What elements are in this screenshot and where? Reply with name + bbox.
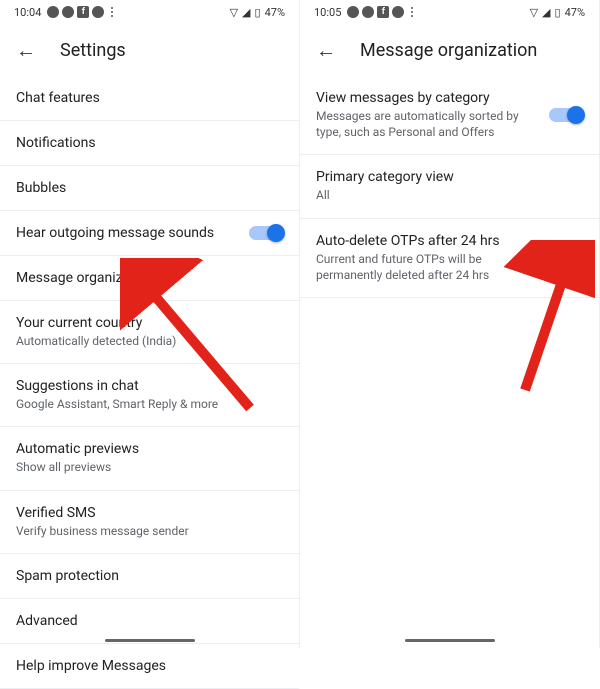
item-label: Bubbles	[16, 180, 283, 196]
item-label: Chat features	[16, 90, 283, 106]
item-auto-delete-otps[interactable]: Auto-delete OTPs after 24 hrs Current an…	[300, 219, 599, 298]
signal-icon: ◢	[242, 6, 250, 19]
item-suggestions-chat[interactable]: Suggestions in chat Google Assistant, Sm…	[0, 364, 299, 427]
item-label: Advanced	[16, 613, 283, 629]
status-bar: 10:04 f ▽ ◢ ▯ 47%	[0, 0, 299, 24]
battery-icon: ▯	[255, 6, 261, 19]
signal-icon: ◢	[542, 6, 550, 19]
item-spam-protection[interactable]: Spam protection	[0, 554, 299, 599]
item-outgoing-sounds[interactable]: Hear outgoing message sounds	[0, 211, 299, 256]
item-chat-features[interactable]: Chat features	[0, 76, 299, 121]
page-title: Settings	[60, 40, 126, 61]
view-by-category-toggle[interactable]	[549, 108, 583, 122]
settings-list: View messages by category Messages are a…	[300, 76, 599, 298]
screen-message-organization: 10:05 f ▽ ◢ ▯ 47% ← Message organization…	[300, 0, 600, 648]
item-label: Verified SMS	[16, 505, 283, 521]
item-label: Spam protection	[16, 568, 283, 584]
outgoing-sounds-toggle[interactable]	[249, 226, 283, 240]
wifi-icon: ▽	[530, 6, 538, 19]
item-sublabel: Show all previews	[16, 459, 283, 475]
item-label: Auto-delete OTPs after 24 hrs	[316, 233, 537, 249]
item-current-country[interactable]: Your current country Automatically detec…	[0, 301, 299, 364]
battery-icon: ▯	[555, 6, 561, 19]
item-label: Suggestions in chat	[16, 378, 283, 394]
item-automatic-previews[interactable]: Automatic previews Show all previews	[0, 427, 299, 490]
back-icon[interactable]: ←	[16, 40, 36, 60]
page-title: Message organization	[360, 40, 537, 61]
status-notif-icons: f	[347, 6, 417, 18]
back-icon[interactable]: ←	[316, 40, 336, 60]
item-sublabel: Verify business message sender	[16, 523, 283, 539]
nav-handle[interactable]	[105, 639, 195, 642]
app-bar: ← Settings	[0, 24, 299, 76]
settings-list: Chat features Notifications Bubbles Hear…	[0, 76, 299, 689]
item-sublabel: Automatically detected (India)	[16, 333, 283, 349]
item-label: View messages by category	[316, 90, 537, 106]
auto-delete-otps-toggle[interactable]	[549, 251, 583, 265]
item-label: Notifications	[16, 135, 283, 151]
status-notif-icons: f	[47, 6, 117, 18]
item-label: Your current country	[16, 315, 283, 331]
item-label: Primary category view	[316, 169, 583, 185]
item-help-improve[interactable]: Help improve Messages	[0, 644, 299, 689]
screen-settings: 10:04 f ▽ ◢ ▯ 47% ← Settings Chat featur…	[0, 0, 300, 648]
status-time: 10:05	[314, 6, 341, 19]
item-label: Message organization	[16, 270, 283, 286]
battery-percent: 47%	[265, 6, 285, 19]
item-label: Help improve Messages	[16, 658, 283, 674]
item-message-organization[interactable]: Message organization	[0, 256, 299, 301]
item-advanced[interactable]: Advanced	[0, 599, 299, 644]
item-notifications[interactable]: Notifications	[0, 121, 299, 166]
wifi-icon: ▽	[230, 6, 238, 19]
status-bar: 10:05 f ▽ ◢ ▯ 47%	[300, 0, 599, 24]
item-label: Hear outgoing message sounds	[16, 225, 237, 241]
battery-percent: 47%	[565, 6, 585, 19]
item-sublabel: Messages are automatically sorted by typ…	[316, 108, 537, 140]
item-bubbles[interactable]: Bubbles	[0, 166, 299, 211]
item-sublabel: Google Assistant, Smart Reply & more	[16, 396, 283, 412]
nav-handle[interactable]	[405, 639, 495, 642]
item-sublabel: Current and future OTPs will be permanen…	[316, 251, 537, 283]
item-sublabel: All	[316, 187, 583, 203]
item-primary-category-view[interactable]: Primary category view All	[300, 155, 599, 218]
item-verified-sms[interactable]: Verified SMS Verify business message sen…	[0, 491, 299, 554]
app-bar: ← Message organization	[300, 24, 599, 76]
status-time: 10:04	[14, 6, 41, 19]
item-label: Automatic previews	[16, 441, 283, 457]
item-view-by-category[interactable]: View messages by category Messages are a…	[300, 76, 599, 155]
